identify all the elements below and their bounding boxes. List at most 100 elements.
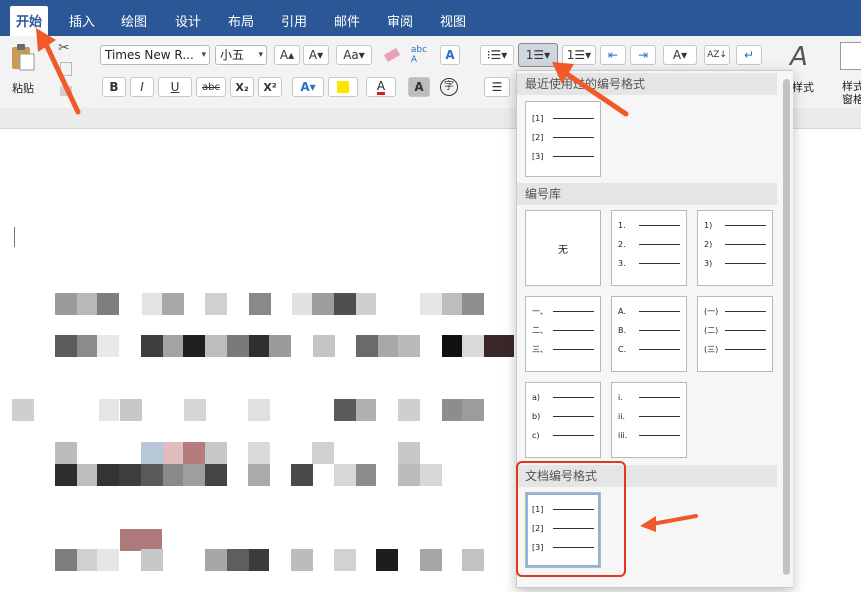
numbering-library-heading: 编号库 bbox=[517, 183, 777, 205]
increase-indent-button[interactable]: ⇥ bbox=[630, 45, 656, 65]
tab-mailings[interactable]: 邮件 bbox=[334, 0, 360, 36]
pixelated-content bbox=[12, 293, 514, 571]
decrease-indent-button[interactable]: ⇤ bbox=[600, 45, 626, 65]
paste-button[interactable]: 粘贴 bbox=[6, 40, 44, 100]
font-color-icon: A bbox=[376, 78, 386, 95]
copy-icon[interactable] bbox=[60, 62, 72, 76]
font-size-value: 小五 bbox=[220, 48, 245, 62]
asian-layout-button[interactable]: A▾ bbox=[663, 45, 697, 65]
highlighter-icon bbox=[337, 81, 349, 93]
numbering-card-upper-alpha[interactable]: A. B. C. bbox=[611, 296, 687, 372]
font-size-select[interactable]: 小五 ▾ bbox=[215, 45, 267, 65]
multilevel-list-button[interactable]: 1☰▾ bbox=[562, 45, 596, 65]
multilevel-list-icon: 1☰▾ bbox=[566, 48, 592, 62]
list-marker: 1. bbox=[618, 220, 626, 230]
eraser-icon bbox=[383, 48, 401, 62]
subscript-button[interactable]: X₂ bbox=[230, 77, 254, 97]
styles-pane-label: 样式窗格 bbox=[842, 80, 861, 104]
clear-format-button[interactable] bbox=[380, 45, 404, 65]
italic-button[interactable]: I bbox=[130, 77, 154, 97]
list-marker: (三) bbox=[704, 344, 719, 354]
sort-icon: AZ↓ bbox=[707, 50, 727, 60]
font-name-select[interactable]: Times New R... ▾ bbox=[100, 45, 210, 65]
grow-font-icon: A▴ bbox=[279, 48, 295, 62]
numbering-button[interactable]: 1☰▾ bbox=[518, 43, 558, 67]
list-marker: i. bbox=[618, 392, 623, 402]
clipboard-icon bbox=[12, 44, 35, 71]
chevron-down-icon: ▾ bbox=[201, 50, 206, 60]
list-marker: c) bbox=[532, 430, 540, 440]
ribbon-tab-bar: 开始 插入 绘图 设计 布局 引用 邮件 审阅 视图 bbox=[0, 0, 861, 36]
list-marker: [1] bbox=[532, 504, 544, 514]
strikethrough-button[interactable]: abc bbox=[196, 77, 226, 97]
list-marker: 3) bbox=[704, 258, 713, 268]
asian-layout-icon: A▾ bbox=[672, 48, 688, 62]
enclose-char-icon: 字 bbox=[440, 78, 458, 96]
sort-button[interactable]: AZ↓ bbox=[704, 45, 730, 65]
chevron-down-icon: ▾ bbox=[258, 50, 263, 60]
superscript-button[interactable]: X² bbox=[258, 77, 282, 97]
shrink-font-button[interactable]: A▾ bbox=[303, 45, 329, 65]
numbering-icon: 1☰▾ bbox=[525, 48, 551, 62]
list-marker: [2] bbox=[532, 132, 544, 142]
dropdown-scroll-thumb[interactable] bbox=[783, 79, 790, 575]
char-border-button[interactable]: A bbox=[440, 45, 460, 65]
list-marker: ii. bbox=[618, 411, 625, 421]
align-left-button[interactable]: ☰ bbox=[484, 77, 510, 97]
numbering-card-lower-alpha[interactable]: a) b) c) bbox=[525, 382, 601, 458]
list-marker: B. bbox=[618, 325, 627, 335]
text-effects-button[interactable]: A▾ bbox=[292, 77, 324, 97]
tab-home[interactable]: 开始 bbox=[10, 6, 49, 36]
char-shading-button[interactable]: A bbox=[408, 77, 430, 97]
recent-formats-heading: 最近使用过的编号格式 bbox=[517, 73, 777, 95]
phonetic-guide-button[interactable]: abc A bbox=[407, 43, 431, 67]
bullets-button[interactable]: ⁝☰▾ bbox=[480, 45, 514, 65]
scissors-icon[interactable]: ✂ bbox=[58, 40, 70, 56]
format-painter-icon[interactable] bbox=[60, 86, 72, 96]
highlight-button[interactable] bbox=[328, 77, 358, 97]
enclose-char-button[interactable]: 字 bbox=[438, 77, 460, 97]
grow-font-button[interactable]: A▴ bbox=[274, 45, 300, 65]
char-shading-icon: A bbox=[414, 80, 424, 94]
numbering-card-chinese-paren[interactable]: (一) (二) (三) bbox=[697, 296, 773, 372]
shrink-font-icon: A▾ bbox=[308, 48, 324, 62]
numbering-card-chinese[interactable]: 一、 二、 三、 bbox=[525, 296, 601, 372]
blurred-document-text bbox=[0, 259, 516, 588]
numbering-none-card[interactable]: 无 bbox=[525, 210, 601, 286]
numbering-card-arabic-paren[interactable]: 1) 2) 3) bbox=[697, 210, 773, 286]
list-marker: C. bbox=[618, 344, 627, 354]
font-color-button[interactable]: A bbox=[366, 77, 396, 97]
styles-pane-icon bbox=[840, 42, 861, 70]
tab-draw[interactable]: 绘图 bbox=[121, 0, 147, 36]
recent-numbering-card[interactable]: [1] [2] [3] bbox=[525, 101, 601, 177]
paragraph-mark-icon: ↵ bbox=[743, 48, 755, 62]
decrease-indent-icon: ⇤ bbox=[607, 48, 619, 62]
show-marks-button[interactable]: ↵ bbox=[736, 45, 762, 65]
tab-references[interactable]: 引用 bbox=[281, 0, 307, 36]
tab-review[interactable]: 审阅 bbox=[387, 0, 413, 36]
document-numbering-card[interactable]: [1] [2] [3] bbox=[525, 492, 601, 568]
styles-pane-button[interactable]: 样式窗格 bbox=[836, 40, 861, 104]
list-marker: b) bbox=[532, 411, 541, 421]
list-marker: a) bbox=[532, 392, 541, 402]
list-marker: 三、 bbox=[532, 344, 548, 354]
bold-button[interactable]: B bbox=[102, 77, 126, 97]
change-case-button[interactable]: Aa▾ bbox=[336, 45, 372, 65]
tab-design[interactable]: 设计 bbox=[175, 0, 201, 36]
list-marker: (一) bbox=[704, 306, 719, 316]
list-marker: [3] bbox=[532, 542, 544, 552]
tab-layout[interactable]: 布局 bbox=[228, 0, 254, 36]
change-case-icon: Aa▾ bbox=[343, 48, 365, 62]
list-marker: 2) bbox=[704, 239, 713, 249]
list-marker: A. bbox=[618, 306, 626, 316]
tab-view[interactable]: 视图 bbox=[440, 0, 466, 36]
list-marker: iii. bbox=[618, 430, 628, 440]
underline-button[interactable]: U bbox=[158, 77, 192, 97]
numbering-dropdown: 最近使用过的编号格式 [1] [2] [3] 编号库 无 1. 2. 3. 1)… bbox=[516, 70, 793, 588]
numbering-card-roman[interactable]: i. ii. iii. bbox=[611, 382, 687, 458]
list-marker: 3. bbox=[618, 258, 626, 268]
tab-insert[interactable]: 插入 bbox=[69, 0, 95, 36]
numbering-card-arabic-dot[interactable]: 1. 2. 3. bbox=[611, 210, 687, 286]
list-marker: 二、 bbox=[532, 325, 548, 335]
font-name-value: Times New R... bbox=[105, 48, 194, 62]
